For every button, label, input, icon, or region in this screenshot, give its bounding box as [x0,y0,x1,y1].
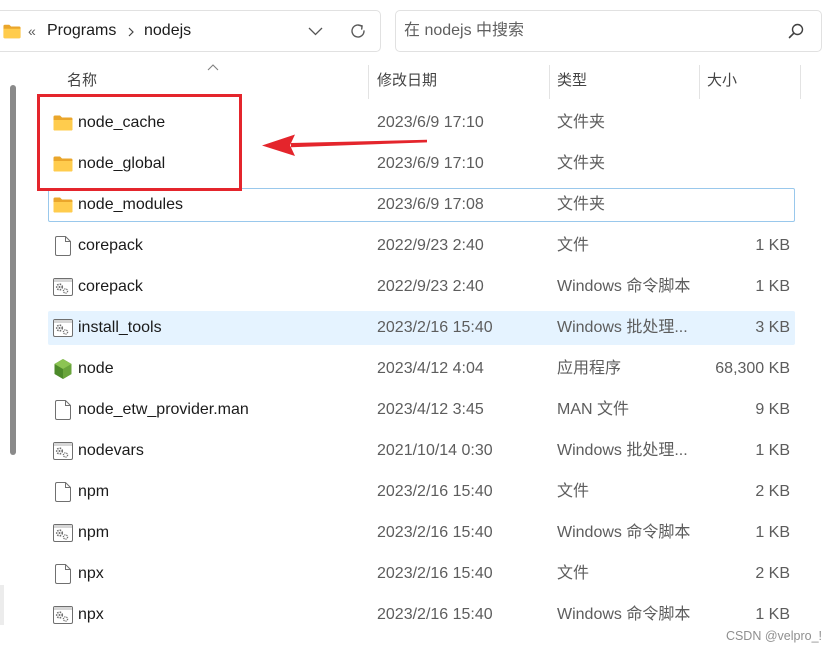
script-file-icon [53,430,73,471]
column-header-label: 修改日期 [377,72,438,89]
file-size: 3 KB [755,319,790,336]
file-name: node_global [78,155,166,172]
script-file-icon [53,594,73,635]
file-icon [53,225,73,266]
folder-icon [53,143,73,184]
search-icon[interactable] [788,23,804,39]
chevron-right-icon[interactable] [127,27,135,37]
chevron-down-icon[interactable] [308,27,323,36]
column-header-row: 名称 修改日期 类型 大小 [0,62,837,100]
file-date-modified: 2023/6/9 17:10 [377,114,484,131]
file-row[interactable]: node_etw_provider.man 2023/4/12 3:45 MAN 文… [0,389,837,430]
file-size: 1 KB [755,278,790,295]
file-row[interactable]: install_tools 2023/2/16 15:40 Windows 批处理.… [0,307,837,348]
address-bar[interactable]: « Programs nodejs [0,10,381,52]
script-file-icon [53,266,73,307]
file-row[interactable]: npx 2023/2/16 15:40 文件 2 KB [0,553,837,594]
column-header-label: 大小 [707,72,738,89]
file-icon [53,553,73,594]
file-row[interactable]: corepack 2022/9/23 2:40 Windows 命令脚本 1 KB [0,266,837,307]
breadcrumb-overflow-button[interactable]: « [28,11,36,51]
file-name: corepack [78,278,143,295]
refresh-icon[interactable] [349,22,367,40]
folder-icon [3,24,21,39]
file-size: 2 KB [755,565,790,582]
file-type: 文件夹 [557,196,606,213]
file-date-modified: 2022/9/23 2:40 [377,237,484,254]
file-name: npx [78,606,104,623]
file-icon [53,471,73,512]
file-type: Windows 命令脚本 [557,524,691,541]
file-size: 1 KB [755,442,790,459]
file-size: 2 KB [755,483,790,500]
file-name: node [78,360,114,377]
file-size: 1 KB [755,524,790,541]
column-header-size[interactable]: 大小 [700,62,800,100]
search-input[interactable] [404,11,774,51]
file-type: Windows 命令脚本 [557,606,691,623]
folder-icon [53,102,73,143]
file-name: node_cache [78,114,166,131]
file-name: node_modules [78,196,183,213]
file-date-modified: 2022/9/23 2:40 [377,278,484,295]
file-type: Windows 批处理... [557,319,688,336]
file-type: 文件 [557,483,590,500]
file-type: 文件 [557,237,590,254]
file-type: MAN 文件 [557,401,630,418]
file-row[interactable]: nodevars 2021/10/14 0:30 Windows 批处理... 1 K… [0,430,837,471]
chevron-up-icon [207,64,219,71]
file-explorer-window: « Programs nodejs 名 [0,0,837,653]
file-name: npm [78,483,110,500]
file-type: Windows 批处理... [557,442,688,459]
file-type: 文件 [557,565,590,582]
nodejs-icon [53,348,73,389]
breadcrumb-item-programs[interactable]: Programs [47,11,116,51]
file-name: node_etw_provider.man [78,401,249,418]
folder-icon [53,184,73,225]
file-row[interactable]: npm 2023/2/16 15:40 Windows 命令脚本 1 KB [0,512,837,553]
file-date-modified: 2023/6/9 17:10 [377,155,484,172]
file-date-modified: 2023/4/12 4:04 [377,360,484,377]
watermark: CSDN @velpro_! [725,629,822,643]
file-size: 9 KB [755,401,790,418]
column-resize-handle[interactable] [800,65,801,99]
breadcrumb-item-nodejs[interactable]: nodejs [144,11,191,51]
column-header-label: 名称 [67,72,98,89]
column-header-label: 类型 [557,72,588,89]
search-box[interactable] [395,10,822,52]
file-type: 文件夹 [557,114,606,131]
script-file-icon [53,307,73,348]
file-row[interactable]: node_cache 2023/6/9 17:10 文件夹 [0,102,837,143]
file-row[interactable]: node_modules 2023/6/9 17:08 文件夹 [0,184,837,225]
file-type: 文件夹 [557,155,606,172]
file-row[interactable]: node 2023/4/12 4:04 应用程序 68,300 KB [0,348,837,389]
file-icon [53,389,73,430]
column-header-date-modified[interactable]: 修改日期 [369,62,549,100]
file-date-modified: 2023/2/16 15:40 [377,483,493,500]
file-size: 68,300 KB [715,360,790,377]
file-date-modified: 2023/2/16 15:40 [377,565,493,582]
file-name: install_tools [78,319,162,336]
script-file-icon [53,512,73,553]
file-name: npx [78,565,104,582]
file-date-modified: 2023/2/16 15:40 [377,524,493,541]
file-type: Windows 命令脚本 [557,278,691,295]
file-date-modified: 2023/2/16 15:40 [377,606,493,623]
file-date-modified: 2023/2/16 15:40 [377,319,493,336]
file-type: 应用程序 [557,360,622,377]
file-name: corepack [78,237,143,254]
file-row[interactable]: npm 2023/2/16 15:40 文件 2 KB [0,471,837,512]
file-row[interactable]: corepack 2022/9/23 2:40 文件 1 KB [0,225,837,266]
file-name: nodevars [78,442,144,459]
file-size: 1 KB [755,237,790,254]
file-name: npm [78,524,110,541]
file-date-modified: 2023/4/12 3:45 [377,401,484,418]
file-list: node_cache 2023/6/9 17:10 文件夹 node_global 2… [0,102,837,635]
file-date-modified: 2023/6/9 17:08 [377,196,484,213]
file-date-modified: 2021/10/14 0:30 [377,442,493,459]
file-row[interactable]: node_global 2023/6/9 17:10 文件夹 [0,143,837,184]
file-row[interactable]: npx 2023/2/16 15:40 Windows 命令脚本 1 KB [0,594,837,635]
column-header-type[interactable]: 类型 [550,62,699,100]
